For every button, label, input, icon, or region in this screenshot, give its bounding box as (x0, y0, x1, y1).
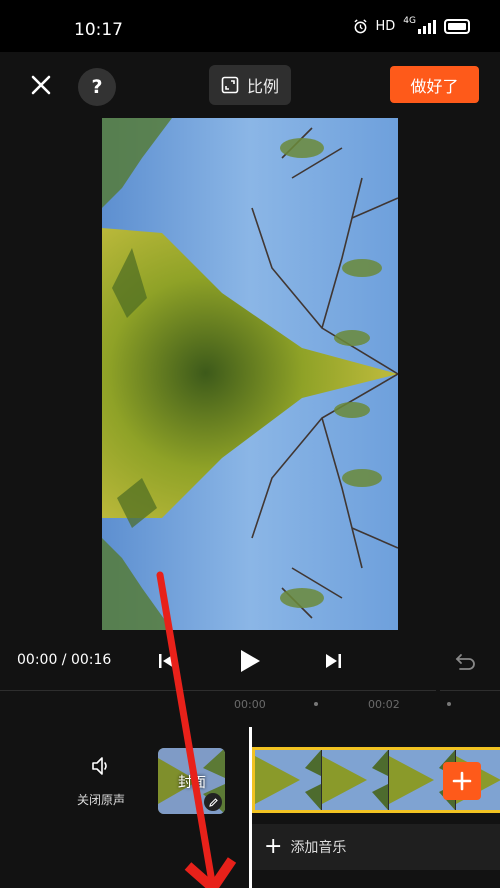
skip-start-button[interactable] (158, 652, 176, 674)
play-button[interactable] (238, 649, 262, 677)
mute-original-button[interactable]: 关闭原声 (72, 755, 130, 808)
skip-start-icon (159, 654, 174, 668)
edit-icon (204, 793, 222, 811)
cover-button[interactable]: 封面 (158, 748, 225, 814)
mute-original-label: 关闭原声 (76, 793, 125, 807)
speaker-icon (92, 757, 107, 775)
timeline-ruler[interactable]: 00:00 00:02 (0, 696, 500, 716)
play-icon (241, 650, 260, 672)
timecode: 00:00 / 00:16 (17, 652, 112, 668)
signal-icon (418, 19, 436, 34)
ratio-button[interactable]: 比例 (209, 65, 291, 105)
alarm-icon (353, 19, 367, 34)
add-music-button[interactable]: + 添加音乐 (252, 824, 500, 870)
plus-icon (452, 771, 472, 791)
ratio-icon (221, 76, 239, 94)
close-icon (31, 75, 51, 95)
status-icons: HD 4G (353, 15, 470, 34)
clip-frame (255, 750, 322, 810)
add-clip-button[interactable] (443, 762, 481, 800)
help-icon: ? (91, 76, 103, 98)
hd-indicator: HD (375, 19, 396, 34)
close-button[interactable] (26, 70, 56, 100)
preview-image (102, 118, 398, 630)
skip-end-icon (326, 654, 341, 668)
cover-label: 封面 (178, 775, 206, 791)
ruler-dot (314, 702, 318, 706)
divider (440, 690, 500, 691)
editor-topbar: ? 比例 做好了 (0, 52, 500, 116)
ruler-dot (447, 702, 451, 706)
skip-end-button[interactable] (324, 652, 342, 674)
network-type: 4G (403, 15, 416, 26)
plus-icon: + (264, 834, 283, 859)
undo-icon (455, 654, 475, 670)
clip-frame (322, 750, 389, 810)
help-button[interactable]: ? (78, 68, 116, 106)
status-bar: 10:17 HD 4G (0, 0, 500, 52)
video-preview[interactable] (102, 118, 398, 630)
ruler-label: 00:00 (234, 698, 266, 711)
playback-bar: 00:00 / 00:16 (0, 640, 500, 680)
ruler-label: 00:02 (368, 698, 400, 711)
add-music-label: 添加音乐 (290, 840, 347, 856)
divider (0, 690, 436, 691)
done-button[interactable]: 做好了 (390, 66, 479, 103)
ratio-label: 比例 (246, 77, 279, 96)
status-time: 10:17 (74, 20, 123, 40)
undo-button[interactable] (455, 650, 477, 674)
battery-icon (444, 19, 470, 34)
